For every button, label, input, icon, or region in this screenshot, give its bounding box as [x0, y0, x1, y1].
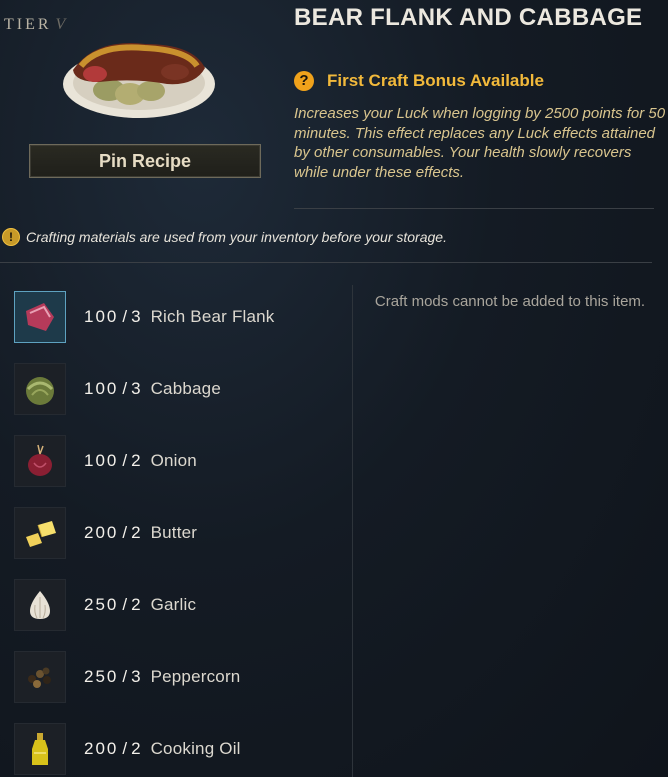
- oil-bottle-icon[interactable]: [14, 723, 66, 775]
- ingredient-row[interactable]: 200/2 Butter: [14, 507, 197, 559]
- garlic-icon[interactable]: [14, 579, 66, 631]
- ingredient-name: Garlic: [150, 595, 197, 614]
- meat-icon[interactable]: [14, 291, 66, 343]
- bonus-title: First Craft Bonus Available: [327, 71, 544, 90]
- plate-icon: [63, 43, 215, 118]
- ingredient-name: Cooking Oil: [150, 739, 241, 758]
- cabbage-icon[interactable]: [14, 363, 66, 415]
- ingredient-row[interactable]: 200/2 Cooking Oil: [14, 723, 241, 775]
- ingredient-have: 250: [84, 595, 119, 614]
- ingredient-row[interactable]: 250/2 Garlic: [14, 579, 196, 631]
- ingredient-need: 3: [131, 307, 143, 326]
- divider: [0, 262, 652, 263]
- ingredient-have: 100: [84, 379, 119, 398]
- ingredient-have: 200: [84, 739, 119, 758]
- notice-text: Crafting materials are used from your in…: [26, 229, 447, 245]
- ingredient-have: 200: [84, 523, 119, 542]
- recipe-title: BEAR FLANK AND CABBAGE: [294, 4, 643, 31]
- first-craft-bonus: ? First Craft Bonus Available: [294, 71, 544, 91]
- ingredient-have: 100: [84, 451, 119, 470]
- onion-icon[interactable]: [14, 435, 66, 487]
- ingredient-name: Butter: [150, 523, 198, 542]
- pin-recipe-button[interactable]: Pin Recipe: [29, 144, 261, 178]
- ingredient-name: Peppercorn: [150, 667, 241, 686]
- ingredient-need: 2: [131, 739, 143, 758]
- divider: [294, 208, 654, 209]
- ingredient-need: 3: [131, 667, 143, 686]
- ingredient-need: 2: [131, 451, 143, 470]
- inventory-notice: ! Crafting materials are used from your …: [2, 228, 447, 246]
- ingredient-row[interactable]: 250/3 Peppercorn: [14, 651, 240, 703]
- ingredient-need: 2: [131, 523, 143, 542]
- column-divider: [352, 285, 353, 777]
- ingredient-row[interactable]: 100/2 Onion: [14, 435, 197, 487]
- dish-image: [55, 28, 220, 126]
- ingredient-need: 2: [131, 595, 143, 614]
- warning-icon: !: [2, 228, 20, 246]
- ingredient-need: 3: [131, 379, 143, 398]
- ingredient-name: Rich Bear Flank: [150, 307, 275, 326]
- ingredient-have: 250: [84, 667, 119, 686]
- butter-icon[interactable]: [14, 507, 66, 559]
- peppercorn-icon[interactable]: [14, 651, 66, 703]
- ingredient-have: 100: [84, 307, 119, 326]
- ingredient-row[interactable]: 100/3 Rich Bear Flank: [14, 291, 275, 343]
- ingredient-name: Cabbage: [150, 379, 221, 398]
- ingredient-row[interactable]: 100/3 Cabbage: [14, 363, 221, 415]
- bonus-description: Increases your Luck when logging by 2500…: [294, 105, 666, 181]
- craft-mods-message: Craft mods cannot be added to this item.: [374, 293, 646, 310]
- question-icon: ?: [294, 71, 314, 91]
- ingredient-name: Onion: [150, 451, 197, 470]
